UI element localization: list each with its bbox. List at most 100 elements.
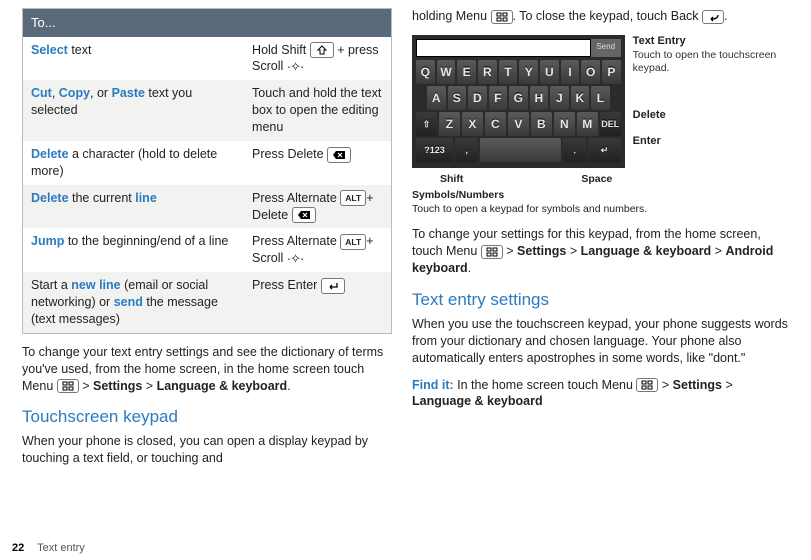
body-paragraph: To change your text entry settings and s… xyxy=(22,344,392,395)
accent-paste: Paste xyxy=(112,86,145,100)
cell-text: , xyxy=(52,86,59,100)
keypad-key[interactable]: ?123 xyxy=(416,138,453,162)
cell-text: Touch and hold the text box to open the … xyxy=(244,80,391,141)
accent-newline: new line xyxy=(71,278,120,292)
table-row: Delete the current line Press Alternate … xyxy=(23,185,392,229)
shift-key-icon xyxy=(310,42,334,58)
cell-text: Press Alternate xyxy=(252,191,340,205)
keypad-key[interactable]: K xyxy=(571,86,590,110)
cell-text: text xyxy=(68,43,92,57)
text: > xyxy=(722,378,733,392)
alt-key-icon: ALT xyxy=(340,234,366,250)
keypad-key[interactable]: DEL xyxy=(600,112,621,136)
cell-text: Press Delete xyxy=(252,147,327,161)
cell-text: Hold Shift xyxy=(252,43,310,57)
annot-space-label: Space xyxy=(581,172,612,186)
keypad-key[interactable]: F xyxy=(489,86,508,110)
keypad-key[interactable]: ↵ xyxy=(588,138,620,162)
text: holding Menu xyxy=(412,9,491,23)
delete-key-icon xyxy=(327,147,351,163)
keypad-key[interactable]: J xyxy=(550,86,569,110)
keypad-key[interactable]: T xyxy=(499,60,518,84)
alt-key-icon: ALT xyxy=(340,190,366,206)
accent-copy: Copy xyxy=(59,86,90,100)
annot-enter-label: Enter xyxy=(633,135,789,149)
keypad-key[interactable] xyxy=(480,138,561,162)
accent-delete: Delete xyxy=(31,191,69,205)
body-paragraph: When you use the touchscreen keypad, you… xyxy=(412,316,789,367)
cell-text: Start a xyxy=(31,278,71,292)
keypad-key[interactable]: V xyxy=(508,112,529,136)
keypad-key[interactable]: P xyxy=(602,60,621,84)
keypad-key[interactable]: A xyxy=(427,86,446,110)
accent-line: line xyxy=(135,191,157,205)
body-paragraph: holding Menu . To close the keypad, touc… xyxy=(412,8,789,25)
annot-symnum-label: Symbols/Numbers xyxy=(412,189,504,201)
key-row: ASDFGHJKL xyxy=(416,86,621,110)
cell-text: to the beginning/end of a line xyxy=(64,234,228,248)
send-button[interactable]: Send xyxy=(591,39,621,57)
menu-icon xyxy=(57,379,79,393)
keypad-key[interactable]: M xyxy=(577,112,598,136)
find-it-label: Find it: xyxy=(412,378,454,392)
table-row: Start a new line (email or social networ… xyxy=(23,272,392,333)
menu-icon xyxy=(491,10,513,24)
table-row: Delete a character (hold to delete more)… xyxy=(23,141,392,185)
lower-annotation-row: Shift Space xyxy=(440,172,789,186)
accent-delete: Delete xyxy=(31,147,69,161)
breadcrumb-settings: Settings xyxy=(673,378,722,392)
annot-symnum-sub: Touch to open a keypad for symbols and n… xyxy=(412,203,647,215)
key-row: QWERTYUIOP xyxy=(416,60,621,84)
key-row: ⇧ZXCVBNMDEL xyxy=(416,112,621,136)
accent-cut: Cut xyxy=(31,86,52,100)
annot-delete-label: Delete xyxy=(633,109,789,123)
keypad-key[interactable]: H xyxy=(530,86,549,110)
cell-text: , or xyxy=(90,86,112,100)
keypad-key[interactable]: ⇧ xyxy=(416,112,437,136)
keypad-key[interactable]: X xyxy=(462,112,483,136)
annotation-column: Text Entry Touch to open the touchscreen… xyxy=(633,35,789,168)
table-row: Jump to the beginning/end of a line Pres… xyxy=(23,228,392,272)
keypad-key[interactable]: I xyxy=(561,60,580,84)
text: > xyxy=(503,244,517,258)
keypad-key[interactable]: U xyxy=(540,60,559,84)
keypad-key[interactable]: Z xyxy=(439,112,460,136)
keypad-key[interactable]: W xyxy=(437,60,456,84)
keypad-key[interactable]: E xyxy=(457,60,476,84)
breadcrumb-langkbd: Language & keyboard xyxy=(581,244,712,258)
back-icon xyxy=(702,10,724,24)
table-header: To... xyxy=(23,9,392,37)
text: > xyxy=(566,244,580,258)
text: > xyxy=(711,244,725,258)
text: . xyxy=(468,261,471,275)
keypad-key[interactable]: S xyxy=(448,86,467,110)
heading-touchscreen-keypad: Touchscreen keypad xyxy=(22,406,392,429)
table-row: Cut, Copy, or Paste text you selected To… xyxy=(23,80,392,141)
keypad-key[interactable]: ․ xyxy=(563,138,586,162)
keypad-key[interactable]: B xyxy=(531,112,552,136)
enter-key-icon xyxy=(321,278,345,294)
actions-table: To... Select text Hold Shift + press Scr… xyxy=(22,8,392,334)
keypad-key[interactable]: C xyxy=(485,112,506,136)
text-entry-field[interactable] xyxy=(416,39,591,57)
page-number: 22 xyxy=(12,542,24,554)
breadcrumb-settings: Settings xyxy=(517,244,566,258)
keypad-key[interactable]: D xyxy=(468,86,487,110)
accent-select: Select xyxy=(31,43,68,57)
text: > xyxy=(658,378,672,392)
section-name: Text entry xyxy=(37,542,85,554)
keypad-key[interactable]: Y xyxy=(519,60,538,84)
keypad-key[interactable]: R xyxy=(478,60,497,84)
keypad-key[interactable]: Q xyxy=(416,60,435,84)
keypad-key[interactable]: , xyxy=(455,138,478,162)
breadcrumb-settings: Settings xyxy=(93,379,142,393)
annot-symbols-numbers: Symbols/Numbers Touch to open a keypad f… xyxy=(412,188,789,216)
keypad-key[interactable]: O xyxy=(581,60,600,84)
breadcrumb-langkbd: Language & keyboard xyxy=(157,379,288,393)
annot-textentry-sub: Touch to open the touchscreen keypad. xyxy=(633,49,789,75)
keypad-key[interactable]: L xyxy=(591,86,610,110)
body-paragraph: To change your settings for this keypad,… xyxy=(412,226,789,277)
cell-text: Press Alternate xyxy=(252,234,340,248)
keypad-key[interactable]: N xyxy=(554,112,575,136)
keypad-key[interactable]: G xyxy=(509,86,528,110)
